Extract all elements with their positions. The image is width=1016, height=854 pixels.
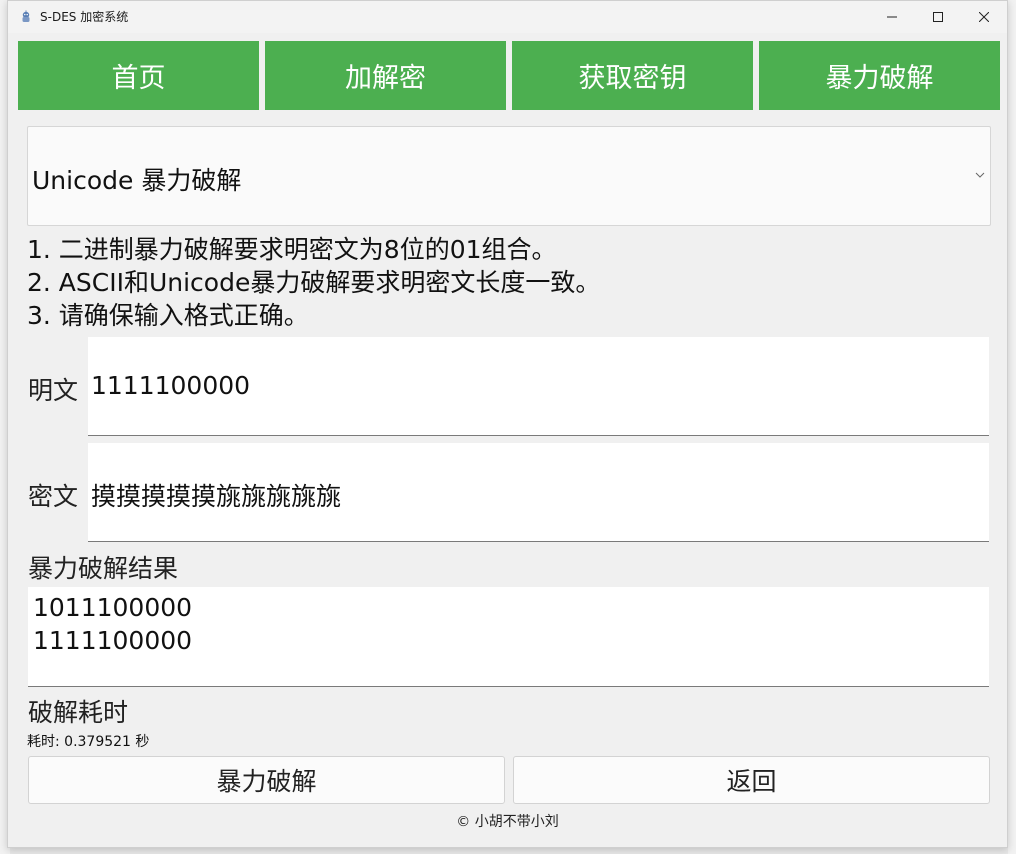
maximize-button[interactable] bbox=[915, 1, 961, 33]
nav-brute-force-button[interactable]: 暴力破解 bbox=[759, 41, 1000, 110]
maximize-icon bbox=[933, 12, 943, 22]
plaintext-input[interactable]: 1111100000 bbox=[88, 337, 989, 436]
instruction-line: 2. ASCII和Unicode暴力破解要求明密文长度一致。 bbox=[27, 268, 601, 297]
app-window: S-DES 加密系统 首页 加解密 获取密钥 暴力破解 Unicode 暴力破解 bbox=[7, 0, 1008, 848]
mode-select-value: Unicode 暴力破解 bbox=[32, 166, 242, 195]
mode-select[interactable]: Unicode 暴力破解 bbox=[27, 126, 991, 226]
close-button[interactable] bbox=[961, 1, 1007, 33]
nav-get-key-button[interactable]: 获取密钥 bbox=[512, 41, 753, 110]
close-icon bbox=[979, 12, 989, 22]
nav-encrypt-decrypt-button[interactable]: 加解密 bbox=[265, 41, 506, 110]
plaintext-value: 1111100000 bbox=[91, 371, 251, 400]
minimize-icon bbox=[887, 16, 897, 18]
ciphertext-label: 密文 bbox=[28, 482, 79, 511]
instructions: 1. 二进制暴力破解要求明密文为8位的01组合。 2. ASCII和Unicod… bbox=[27, 233, 600, 332]
title-bar[interactable]: S-DES 加密系统 bbox=[8, 1, 1007, 33]
python-app-icon bbox=[22, 10, 30, 22]
result-line: 1011100000 bbox=[33, 593, 193, 622]
timing-value: 耗时: 0.379521 秒 bbox=[27, 734, 150, 750]
background-window-edge-right bbox=[1008, 0, 1016, 854]
plaintext-label: 明文 bbox=[28, 376, 79, 405]
window-title: S-DES 加密系统 bbox=[40, 10, 129, 24]
minimize-button[interactable] bbox=[869, 1, 915, 33]
instruction-line: 3. 请确保输入格式正确。 bbox=[27, 301, 309, 330]
instruction-line: 1. 二进制暴力破解要求明密文为8位的01组合。 bbox=[27, 235, 557, 264]
main-nav: 首页 加解密 获取密钥 暴力破解 bbox=[18, 41, 1000, 111]
footer-copyright: © 小胡不带小刘 bbox=[456, 814, 559, 830]
ciphertext-input[interactable]: 摸摸摸摸摸旐旐旐旐旐 bbox=[88, 443, 989, 542]
result-textarea[interactable]: 1011100000 1111100000 bbox=[28, 587, 989, 687]
result-line: 1111100000 bbox=[33, 626, 193, 655]
ciphertext-value: 摸摸摸摸摸旐旐旐旐旐 bbox=[91, 482, 342, 511]
nav-home-button[interactable]: 首页 bbox=[18, 41, 259, 110]
timing-label: 破解耗时 bbox=[28, 698, 129, 727]
chevron-down-icon bbox=[975, 172, 985, 178]
back-button[interactable]: 返回 bbox=[513, 756, 990, 804]
brute-force-button[interactable]: 暴力破解 bbox=[28, 756, 505, 804]
result-label: 暴力破解结果 bbox=[28, 554, 179, 583]
